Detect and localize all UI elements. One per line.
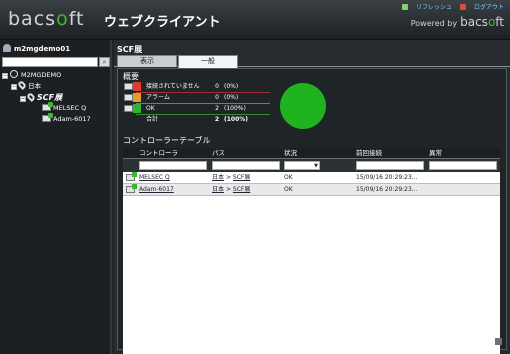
summary-row-disconnected: 接続されていません 0 (0%): [124, 81, 284, 92]
controller-icon: [42, 113, 53, 122]
summary-row-ok: OK 2 (100%): [124, 103, 284, 114]
controller-icon: [42, 102, 53, 111]
path-link[interactable]: 日本: [212, 174, 224, 181]
controller-link[interactable]: Adam-6017: [139, 184, 174, 196]
tab-display[interactable]: 表示: [117, 55, 177, 67]
user-icon: [3, 44, 11, 52]
top-links: リフレッシュ ログアウト: [396, 2, 504, 11]
status-pie-chart: [280, 83, 326, 129]
resize-handle[interactable]: [495, 338, 502, 345]
bacsoft-logo: bacsoft: [8, 8, 85, 30]
summary-row-alarm: アラーム 0 (0%): [124, 92, 284, 103]
controller-ok-icon: [126, 172, 137, 181]
sidebar: m2mgdemo01 ⌕ − M2MGDEMO − 日本 − SCF展 MELSEC …: [0, 40, 112, 354]
collapse-icon[interactable]: −: [11, 84, 17, 90]
user-info: m2mgdemo01: [3, 44, 70, 56]
table-header: コントローラ パス 状況 前回接続 異常: [123, 148, 500, 159]
location-icon: [26, 92, 36, 102]
path-link[interactable]: 日本: [212, 186, 224, 193]
main-content: SCF展 表示 一般 概要 接続されていません 0 (0%) アラーム 0 (0…: [114, 40, 510, 354]
filter-last-connected-input[interactable]: [356, 161, 424, 170]
search-icon[interactable]: ⌕: [99, 57, 110, 67]
tree-node-region[interactable]: − 日本: [2, 80, 110, 92]
logout-link[interactable]: ログアウト: [459, 4, 504, 11]
controller-icon: [124, 105, 133, 112]
controller-icon: [124, 94, 133, 101]
filter-status-select[interactable]: ▼: [284, 161, 320, 170]
last-connected-cell: 15/09/16 20:29:23...: [356, 174, 418, 181]
app-header: bacsoft ウェブクライアント リフレッシュ ログアウト Powered b…: [0, 0, 510, 40]
location-icon: [17, 80, 27, 90]
column-header-status[interactable]: 状況: [284, 148, 297, 159]
alarm-color-swatch: [133, 93, 141, 102]
ok-color-swatch: [133, 104, 141, 113]
controller-ok-icon: [126, 184, 137, 193]
disconnected-color-swatch: [133, 82, 141, 91]
username: m2mgdemo01: [14, 45, 71, 53]
status-cell: OK: [284, 186, 293, 193]
table-row[interactable]: MELSEC Q 日本 > SCF展 OK 15/09/16 20:29:23.…: [123, 172, 500, 184]
last-connected-cell: 15/09/16 20:29:23...: [356, 186, 418, 193]
collapse-icon[interactable]: −: [20, 96, 26, 102]
tree-search-input[interactable]: [2, 57, 98, 67]
powered-by-logo: bacsoft: [460, 15, 504, 29]
path-cell: 日本 > SCF展: [212, 174, 251, 181]
controller-link[interactable]: MELSEC Q: [139, 172, 170, 184]
tree-node-site[interactable]: − SCF展: [2, 92, 110, 103]
general-panel: 概要 接続されていません 0 (0%) アラーム 0 (0%) OK 2 (10…: [117, 68, 507, 354]
app-title: ウェブクライアント: [104, 15, 221, 30]
filter-error-input[interactable]: [429, 161, 497, 170]
path-link[interactable]: SCF展: [233, 174, 250, 181]
refresh-link[interactable]: リフレッシュ: [402, 4, 452, 11]
filter-controller-input[interactable]: [139, 161, 207, 170]
globe-icon: [10, 70, 18, 78]
filter-path-input[interactable]: [212, 161, 280, 170]
column-header-controller[interactable]: コントローラ: [139, 148, 178, 159]
table-empty-area: [123, 196, 500, 354]
column-header-path[interactable]: パス: [212, 148, 225, 159]
table-row[interactable]: Adam-6017 日本 > SCF展 OK 15/09/16 20:29:23…: [123, 184, 500, 196]
path-cell: 日本 > SCF展: [212, 186, 251, 193]
filter-row: ▼: [123, 159, 500, 172]
summary-row-total: 合計 2 (100%): [146, 116, 249, 123]
chevron-down-icon: ▼: [314, 163, 318, 169]
tree-search: ⌕: [2, 57, 110, 68]
table-title: コントローラーテーブル: [123, 136, 211, 145]
column-header-last-connected[interactable]: 前回接続: [356, 148, 382, 159]
path-link[interactable]: SCF展: [233, 186, 250, 193]
powered-by: Powered by bacsoft: [410, 15, 504, 29]
device-tree: − M2MGDEMO − 日本 − SCF展 MELSEC Q Adam-6017: [2, 70, 110, 125]
page-title: SCF展: [117, 45, 143, 54]
controller-icon: [124, 83, 133, 90]
tab-bar: 表示 一般: [114, 55, 510, 68]
tree-node-device[interactable]: MELSEC Q: [2, 102, 110, 114]
tree-node-device[interactable]: Adam-6017: [2, 113, 110, 125]
tree-node-root[interactable]: − M2MGDEMO: [2, 70, 110, 81]
tab-general[interactable]: 一般: [178, 55, 238, 68]
status-cell: OK: [284, 174, 293, 181]
logout-icon: [459, 4, 466, 10]
column-header-error[interactable]: 異常: [429, 148, 442, 159]
refresh-icon: [402, 4, 409, 10]
collapse-icon[interactable]: −: [2, 73, 8, 79]
controller-table: コントローラ パス 状況 前回接続 異常 ▼ MELSEC Q 日本 > SCF…: [123, 148, 500, 354]
